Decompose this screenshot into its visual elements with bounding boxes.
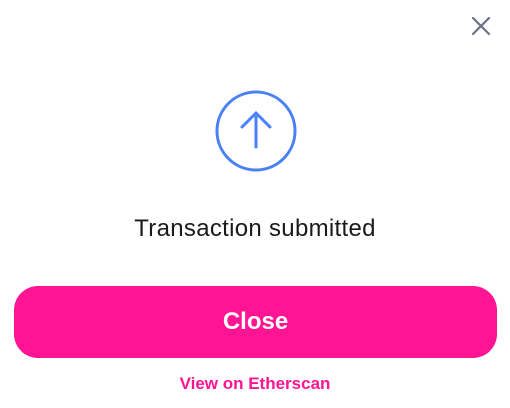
view-on-etherscan-link[interactable]: View on Etherscan [0, 374, 510, 394]
close-icon[interactable] [468, 13, 494, 39]
close-button[interactable]: Close [14, 286, 497, 358]
close-icon-glyph [471, 16, 491, 36]
transaction-submitted-modal: Transaction submitted Close View on Ethe… [0, 0, 510, 408]
status-message: Transaction submitted [134, 215, 376, 242]
arrow-up-circle-icon [214, 89, 298, 173]
